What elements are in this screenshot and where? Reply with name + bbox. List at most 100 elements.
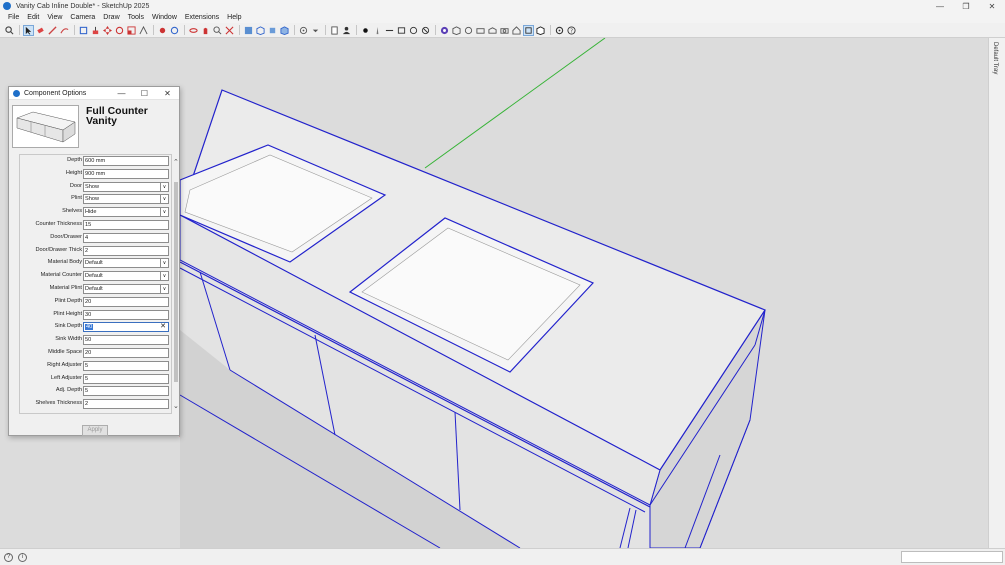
camera-icon[interactable] bbox=[499, 25, 510, 36]
scroll-down-icon[interactable]: ⌄ bbox=[173, 402, 179, 410]
iso-view-icon[interactable] bbox=[451, 25, 462, 36]
minimize-icon[interactable]: — bbox=[927, 0, 953, 12]
default-tray-tab[interactable]: Default Tray bbox=[988, 38, 1005, 548]
plint-height-input[interactable]: 30 bbox=[83, 309, 169, 320]
minimize-icon[interactable]: — bbox=[110, 87, 133, 100]
scale-icon[interactable] bbox=[126, 25, 137, 36]
field-label: Material Body bbox=[47, 259, 82, 266]
door-select[interactable]: Show ∨ bbox=[83, 181, 169, 192]
question-icon[interactable]: ? bbox=[4, 552, 13, 562]
chevron-down-icon[interactable]: ∨ bbox=[160, 195, 168, 204]
select-icon[interactable] bbox=[23, 24, 34, 36]
plint-depth-input[interactable]: 20 bbox=[83, 296, 169, 307]
shape-icon[interactable] bbox=[78, 25, 89, 36]
chevron-down-icon[interactable]: ∨ bbox=[160, 208, 168, 217]
component-options-icon[interactable] bbox=[523, 24, 534, 36]
move-icon[interactable] bbox=[102, 25, 113, 36]
zoom-icon[interactable] bbox=[212, 25, 223, 36]
box-icon[interactable] bbox=[255, 25, 266, 36]
line-icon[interactable] bbox=[59, 25, 70, 36]
eraser-icon[interactable] bbox=[35, 25, 46, 36]
depth-input[interactable]: 600 mm bbox=[83, 156, 169, 166]
right-adjuster-input[interactable]: 5 bbox=[83, 360, 169, 371]
no-icon[interactable] bbox=[420, 25, 431, 36]
close-icon[interactable]: ✕ bbox=[979, 0, 1005, 12]
left-adjuster-input[interactable]: 5 bbox=[83, 373, 169, 384]
counter-thickness-input[interactable]: 15 bbox=[83, 220, 169, 230]
orbit-icon[interactable] bbox=[188, 25, 199, 36]
rotate-icon[interactable] bbox=[114, 25, 125, 36]
adj-depth-input[interactable]: 5 bbox=[83, 386, 169, 397]
component-attributes-icon[interactable] bbox=[535, 25, 546, 36]
toolbar-separator bbox=[325, 25, 326, 35]
maximize-icon[interactable]: ☐ bbox=[133, 87, 156, 100]
settings-icon[interactable] bbox=[554, 25, 565, 36]
apply-button[interactable]: Apply bbox=[82, 425, 108, 436]
close-icon[interactable]: ✕ bbox=[156, 87, 179, 100]
menu-window[interactable]: Window bbox=[148, 14, 181, 21]
info-icon[interactable]: i bbox=[18, 552, 27, 562]
height-input[interactable]: 900 mm bbox=[83, 168, 169, 179]
input-value: 20 bbox=[85, 350, 92, 356]
paint-icon[interactable] bbox=[298, 25, 309, 36]
sink-depth-input[interactable]: 40 ✕ bbox=[83, 322, 169, 333]
material-body-select[interactable]: Default ∨ bbox=[83, 258, 169, 269]
restore-icon[interactable]: ❐ bbox=[953, 0, 979, 12]
line-tool-icon[interactable] bbox=[384, 25, 395, 36]
clear-icon[interactable]: ✕ bbox=[160, 323, 166, 331]
middle-space-input[interactable]: 20 bbox=[83, 348, 169, 358]
tape-icon[interactable] bbox=[157, 25, 168, 36]
input-value: 600 mm bbox=[85, 158, 106, 164]
door-drawer-input[interactable]: 4 bbox=[83, 232, 169, 243]
search-icon[interactable] bbox=[4, 25, 15, 36]
rect-icon[interactable] bbox=[396, 25, 407, 36]
offset-icon[interactable] bbox=[138, 25, 149, 36]
text-icon[interactable] bbox=[169, 25, 180, 36]
menu-camera[interactable]: Camera bbox=[66, 14, 99, 21]
dialog-title-bar[interactable]: Component Options — ☐ ✕ bbox=[9, 87, 179, 100]
menu-extensions[interactable]: Extensions bbox=[181, 14, 223, 21]
pencil-icon[interactable] bbox=[47, 25, 58, 36]
chevron-down-icon[interactable]: ∨ bbox=[160, 259, 168, 268]
chevron-down-icon[interactable]: ∨ bbox=[160, 272, 168, 281]
push-pull-icon[interactable] bbox=[90, 25, 101, 36]
shelves-thickness-input[interactable]: 2 bbox=[83, 399, 169, 410]
front-view-icon[interactable] bbox=[475, 25, 486, 36]
dropdown-arrow-icon[interactable] bbox=[310, 25, 321, 36]
zoom-extents-icon[interactable] bbox=[224, 25, 235, 36]
right-view-icon[interactable] bbox=[487, 25, 498, 36]
select-value: Default bbox=[85, 273, 103, 280]
material-plint-select[interactable]: Default ∨ bbox=[83, 284, 169, 294]
menu-draw[interactable]: Draw bbox=[99, 14, 123, 21]
scroll-up-icon[interactable]: ⌃ bbox=[173, 158, 179, 166]
extension-icon[interactable] bbox=[439, 25, 450, 36]
home-icon[interactable] bbox=[511, 25, 522, 36]
section-icon[interactable] bbox=[243, 25, 254, 36]
form-scrollbar[interactable]: ⌃ ⌄ bbox=[172, 154, 180, 414]
menu-edit[interactable]: Edit bbox=[23, 14, 43, 21]
dot-icon[interactable] bbox=[360, 25, 371, 36]
menu-tools[interactable]: Tools bbox=[124, 14, 148, 21]
chevron-down-icon[interactable]: ∨ bbox=[160, 285, 168, 293]
shelves-select[interactable]: Hide ∨ bbox=[83, 207, 169, 218]
circle-icon[interactable] bbox=[408, 25, 419, 36]
material-counter-select[interactable]: Default ∨ bbox=[83, 271, 169, 282]
pan-icon[interactable] bbox=[200, 25, 211, 36]
help-icon[interactable]: ? bbox=[566, 25, 577, 36]
cylinder-icon[interactable] bbox=[267, 25, 278, 36]
menu-file[interactable]: File bbox=[4, 14, 23, 21]
sun-icon[interactable] bbox=[372, 25, 383, 36]
measurements-input[interactable] bbox=[901, 551, 1003, 563]
field-label: Height bbox=[65, 169, 82, 176]
user-icon[interactable] bbox=[341, 25, 352, 36]
top-view-icon[interactable] bbox=[463, 25, 474, 36]
door-drawer-thick-input[interactable]: 2 bbox=[83, 245, 169, 256]
document-icon[interactable] bbox=[329, 25, 340, 36]
chevron-down-icon[interactable]: ∨ bbox=[160, 182, 168, 191]
components-icon[interactable] bbox=[279, 25, 290, 36]
menu-view[interactable]: View bbox=[43, 14, 66, 21]
sink-width-input[interactable]: 50 bbox=[83, 335, 169, 346]
scroll-thumb[interactable] bbox=[174, 182, 178, 382]
menu-help[interactable]: Help bbox=[223, 14, 245, 21]
plint-select[interactable]: Show ∨ bbox=[83, 194, 169, 205]
